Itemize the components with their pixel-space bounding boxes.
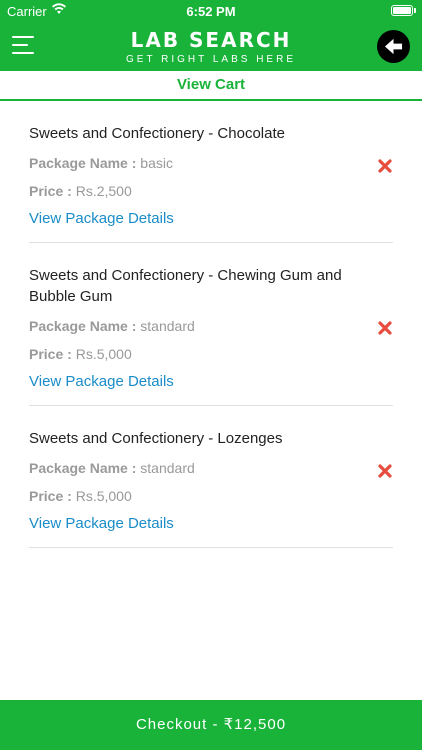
package-value: basic	[140, 155, 173, 171]
remove-icon[interactable]	[377, 158, 393, 174]
item-name: Sweets and Confectionery - Chocolate	[29, 125, 285, 142]
price-value: Rs.5,000	[75, 346, 132, 362]
brand: LAB SEARCH GET RIGHT LABS HERE	[0, 28, 422, 65]
price-row: Price : Rs.2,500	[29, 182, 393, 200]
view-package-details-link[interactable]: View Package Details	[29, 373, 393, 405]
battery-icon	[391, 5, 416, 16]
app-header: Carrier 6:52 PM LAB SEARCH GET RIGHT LAB…	[0, 0, 422, 71]
package-value: standard	[140, 460, 195, 476]
package-row: Package Name : standard	[29, 459, 393, 477]
package-label: Package Name :	[29, 460, 137, 476]
arrow-left-icon	[384, 38, 403, 55]
cart-list: Sweets and Confectionery - Chocolate Pac…	[0, 101, 422, 548]
price-value: Rs.5,000	[75, 488, 132, 504]
cart-item: Sweets and Confectionery - Lozenges Pack…	[29, 406, 393, 548]
price-label: Price :	[29, 183, 72, 199]
back-button[interactable]	[377, 30, 410, 63]
package-label: Package Name :	[29, 318, 137, 334]
checkout-button[interactable]: Checkout - ₹12,500	[0, 700, 422, 750]
price-value: Rs.2,500	[75, 183, 132, 199]
status-time: 6:52 PM	[186, 4, 236, 19]
app-subtitle: GET RIGHT LABS HERE	[126, 54, 296, 65]
view-package-details-link[interactable]: View Package Details	[29, 210, 393, 242]
item-name: Sweets and Confectionery - Lozenges	[29, 430, 283, 447]
package-value: standard	[140, 318, 195, 334]
package-row: Package Name : standard	[29, 317, 393, 335]
view-package-details-link[interactable]: View Package Details	[29, 515, 393, 547]
price-row: Price : Rs.5,000	[29, 345, 393, 363]
app-title: LAB SEARCH	[130, 28, 292, 52]
cart-item: Sweets and Confectionery - Chocolate Pac…	[29, 101, 393, 243]
package-label: Package Name :	[29, 155, 137, 171]
remove-icon[interactable]	[377, 463, 393, 479]
view-cart-heading: View Cart	[0, 71, 422, 101]
item-name: Sweets and Confectionery - Chewing Gum a…	[29, 267, 342, 305]
cart-item: Sweets and Confectionery - Chewing Gum a…	[29, 243, 393, 406]
package-row: Package Name : basic	[29, 154, 393, 172]
price-row: Price : Rs.5,000	[29, 487, 393, 505]
remove-icon[interactable]	[377, 320, 393, 336]
price-label: Price :	[29, 346, 72, 362]
price-label: Price :	[29, 488, 72, 504]
status-bar: Carrier 6:52 PM	[0, 0, 422, 22]
